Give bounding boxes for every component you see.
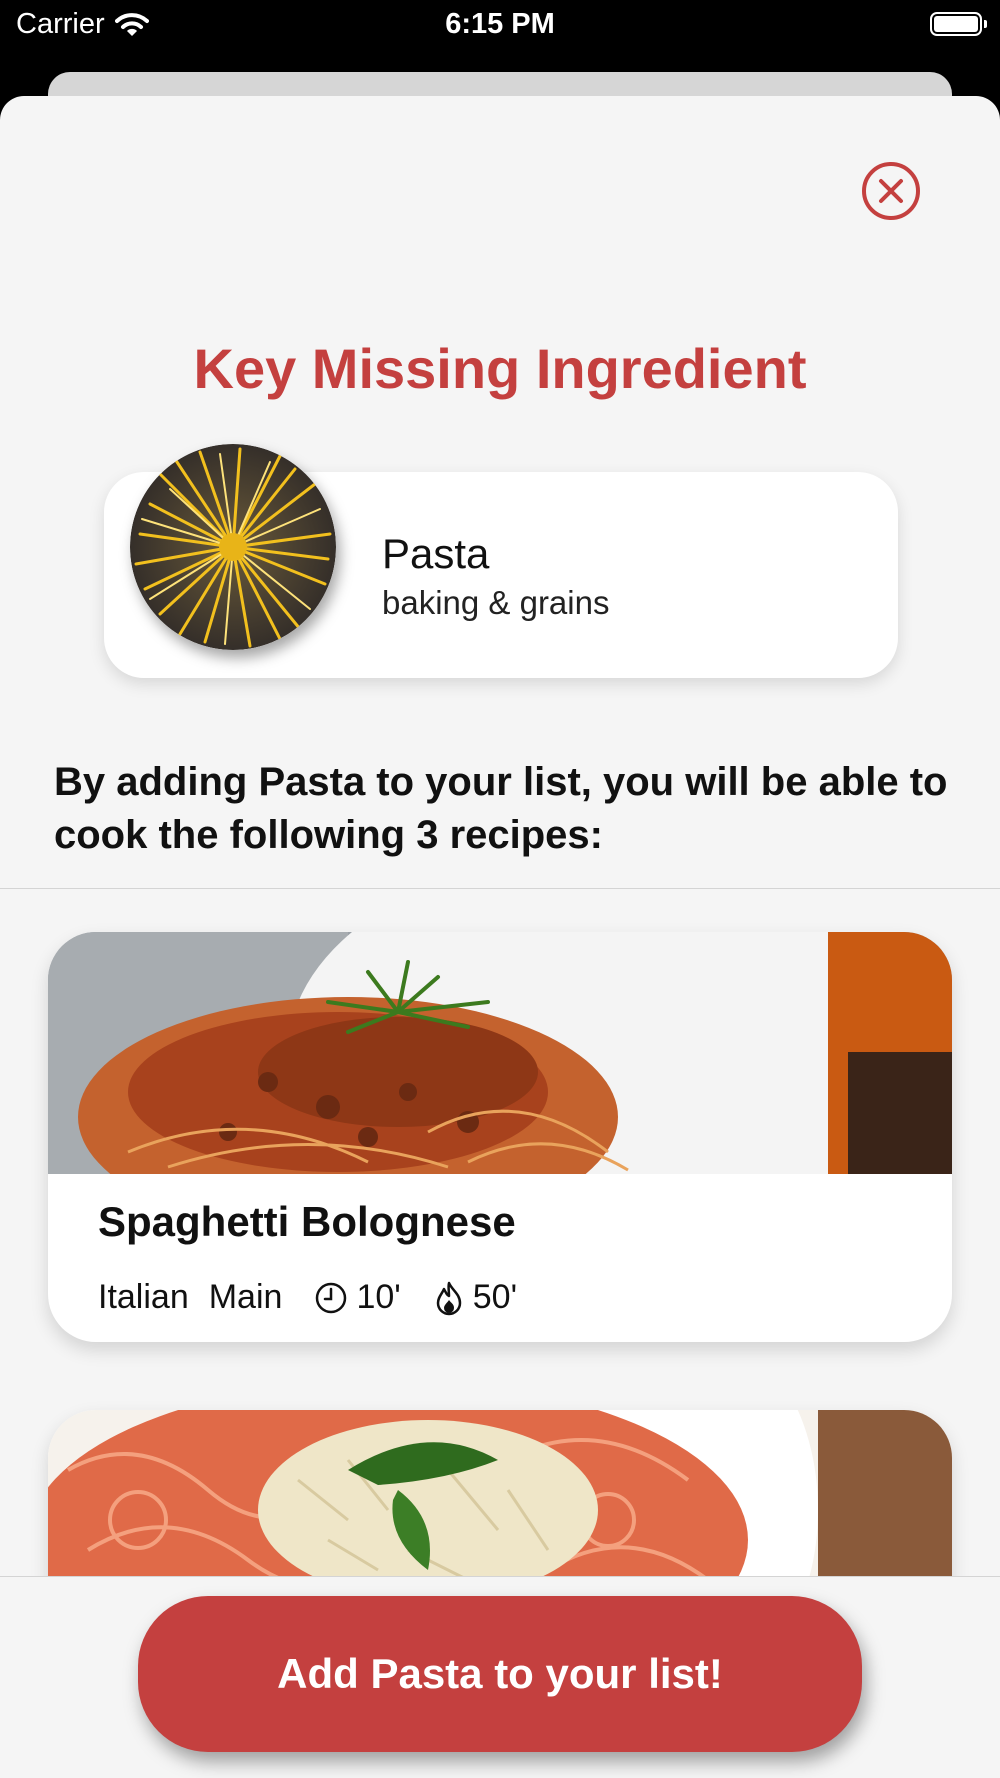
battery-icon xyxy=(930,12,987,36)
close-icon xyxy=(879,179,903,203)
recipes-description: By adding Pasta to your list, you will b… xyxy=(54,760,948,857)
cook-time: 50' xyxy=(433,1278,517,1317)
close-button[interactable] xyxy=(862,162,920,220)
prep-time-value: 10' xyxy=(356,1278,401,1316)
prep-time: 10' xyxy=(314,1278,401,1317)
clock-icon xyxy=(316,1282,347,1313)
divider xyxy=(0,888,1000,889)
ingredient-image xyxy=(130,444,336,650)
recipe-image xyxy=(48,932,952,1252)
recipe-meta: Italian Main 10' 50' xyxy=(98,1278,517,1317)
missing-ingredient-sheet: Key Missing Ingredient Pasta baking & gr… xyxy=(0,96,1000,1778)
cook-time-value: 50' xyxy=(472,1278,518,1316)
ingredient-name: Pasta xyxy=(382,530,490,577)
ingredient-category: baking & grains xyxy=(382,584,610,621)
status-bar: Carrier 6:15 PM xyxy=(0,0,1000,60)
recipe-cuisine: Italian xyxy=(98,1278,189,1316)
recipe-title: Spaghetti Bolognese xyxy=(98,1198,516,1245)
flame-icon xyxy=(436,1281,461,1315)
recipe-course: Main xyxy=(208,1278,283,1316)
status-time: 6:15 PM xyxy=(445,8,555,40)
add-to-list-button[interactable]: Add Pasta to your list! xyxy=(138,1596,862,1752)
page-title: Key Missing Ingredient xyxy=(193,337,807,400)
recipe-card[interactable]: Spaghetti Bolognese Italian Main 10' 50' xyxy=(48,932,952,1342)
ingredient-card[interactable]: Pasta baking & grains xyxy=(104,444,898,678)
